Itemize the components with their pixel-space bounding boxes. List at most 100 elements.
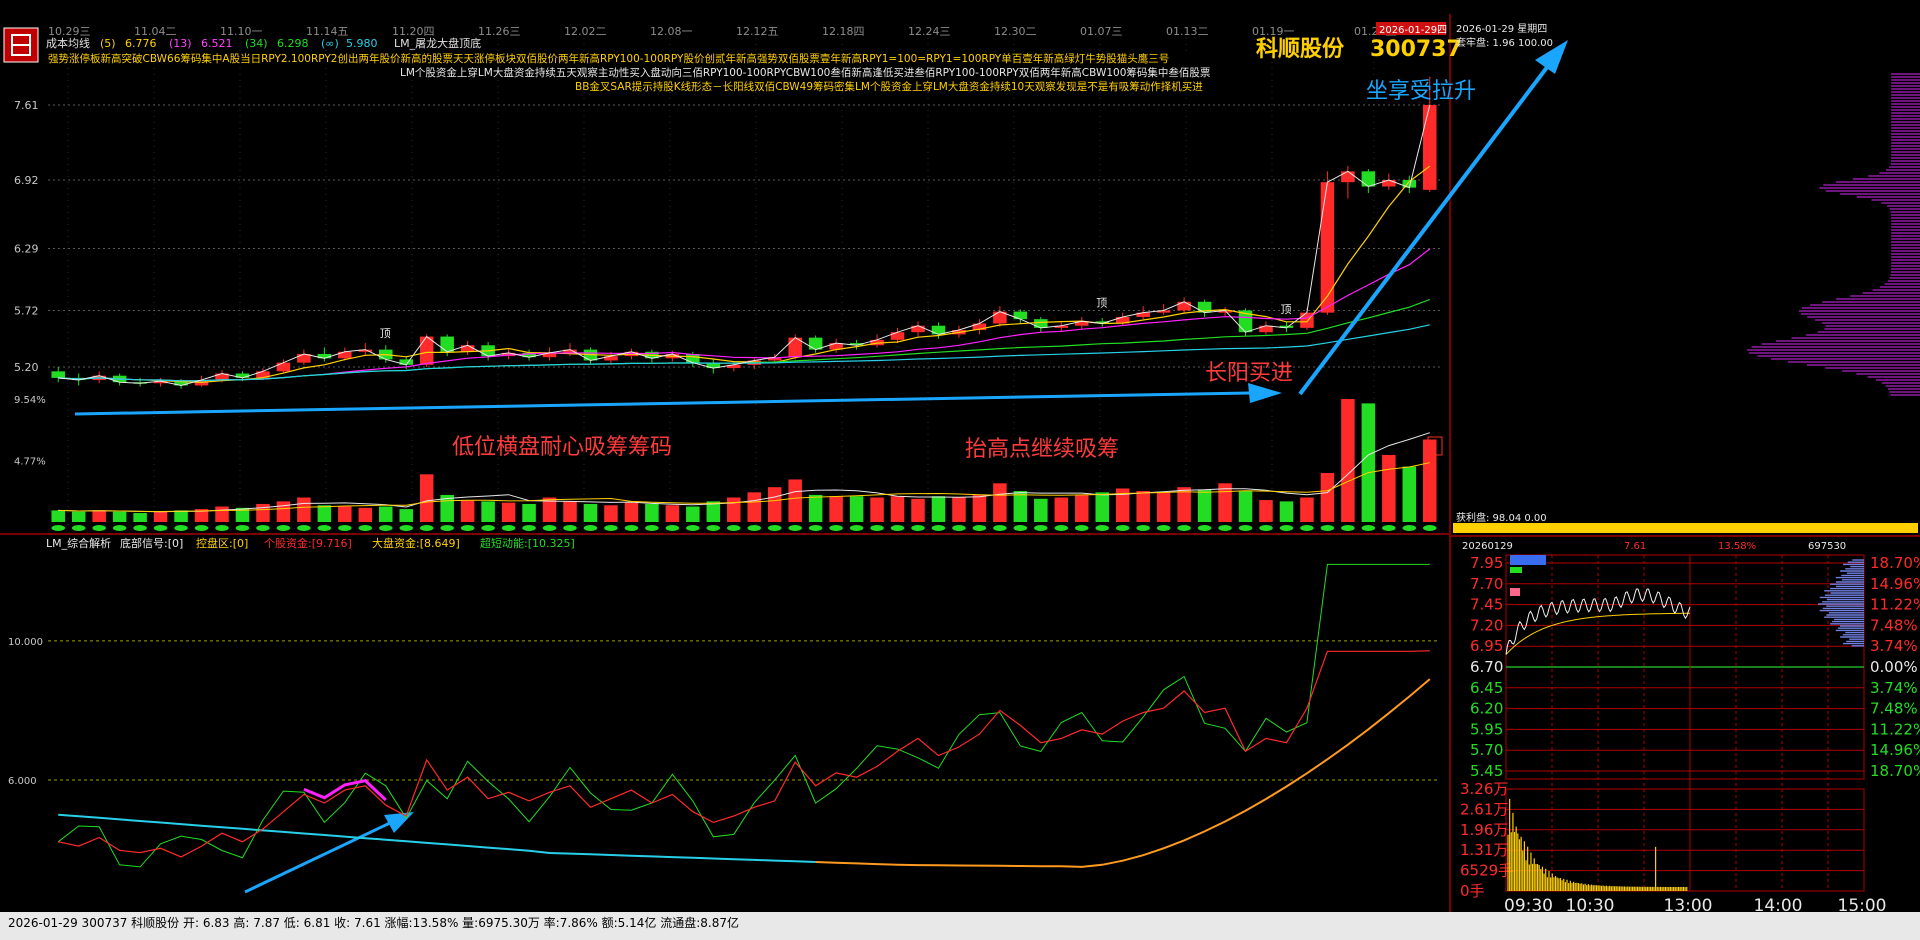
volume-bar: [1341, 399, 1355, 522]
volume-base-dot: [890, 525, 905, 531]
candle-body: [1034, 319, 1048, 328]
stock-code: 300737: [1370, 37, 1462, 62]
volume-bar: [604, 505, 618, 522]
volume-base-dot: [1382, 525, 1396, 531]
ma-item-label: (5): [100, 37, 116, 50]
current-date-label: 2026-01-29四: [1379, 25, 1447, 36]
candle-body: [890, 332, 905, 340]
volume-bar: [1197, 489, 1212, 522]
date-tick: 12.08一: [650, 25, 693, 38]
intraday-price-tick: 5.95: [1470, 720, 1503, 738]
volume-bar: [767, 487, 782, 522]
indicator-item: 控盘区:[0]: [196, 536, 248, 550]
volume-base-dot: [911, 525, 925, 531]
volume-bar: [1075, 494, 1089, 522]
volume-bar: [808, 494, 823, 522]
volume-bar: [522, 503, 536, 522]
volume-bar: [972, 494, 987, 522]
volume-base-dot: [153, 525, 168, 531]
annotation-left: 低位横盘耐心吸筹筹码: [452, 435, 672, 460]
volume-bar: [501, 502, 516, 522]
volume-bar: [727, 497, 741, 522]
intraday-price-tick: 6.45: [1470, 679, 1503, 697]
intraday-price-tick: 7.70: [1470, 575, 1503, 593]
candle-body: [338, 351, 352, 359]
intraday-pct-tick: 7.48%: [1870, 700, 1918, 718]
top-marker: 顶: [380, 327, 391, 340]
volume-base-dot: [1300, 525, 1314, 531]
intraday-volume-tick: 1.96万: [1460, 821, 1508, 839]
candle-body: [1361, 171, 1376, 187]
volume-bar: [1279, 501, 1294, 522]
volume-base-dot: [767, 525, 782, 531]
ma-item-label: (13): [169, 37, 192, 50]
volume-base-dot: [133, 525, 147, 531]
intraday-volume-tick: 2.61万: [1460, 800, 1508, 818]
volume-base-dot: [1075, 525, 1089, 531]
volume-base-dot: [1197, 525, 1212, 531]
annotation-lift: 坐享受拉升: [1366, 79, 1476, 104]
volume-base-dot: [92, 525, 106, 531]
volume-bar: [1034, 498, 1048, 522]
volume-bar: [911, 498, 925, 522]
volume-base-dot: [870, 525, 884, 531]
volume-bar: [338, 506, 352, 522]
volume-base-dot: [829, 525, 843, 531]
ma-item-value: 5.980: [346, 37, 378, 50]
candle-body: [1013, 311, 1028, 320]
volume-base-dot: [399, 525, 413, 531]
volume-bar: [583, 503, 598, 522]
status-bar: 2026-01-29 300737 科顺股份 开: 6.83 高: 7.87 低…: [0, 912, 1920, 940]
volume-base-dot: [440, 525, 454, 531]
intraday-pct-tick: 18.70%: [1870, 554, 1920, 572]
intraday-pct-tick: 18.70%: [1870, 762, 1920, 780]
volume-base-dot: [665, 525, 680, 531]
volume-base-dot: [1402, 525, 1417, 531]
volume-base-dot: [501, 525, 516, 531]
volume-base-dot: [1238, 525, 1253, 531]
volume-base-dot: [338, 525, 352, 531]
volume-bar: [1156, 492, 1171, 522]
ma-item-value: 6.776: [125, 37, 157, 50]
volume-bar: [481, 501, 495, 522]
volume-bar: [1320, 473, 1335, 522]
intraday-price-tick: 6.20: [1470, 700, 1503, 718]
volume-base-dot: [1136, 525, 1150, 531]
intraday-volume-tick: 6529手: [1460, 862, 1513, 880]
volume-bar: [1382, 454, 1396, 522]
price-tick: 6.92: [14, 174, 39, 187]
volume-base-dot: [645, 525, 659, 531]
volume-bar: [788, 479, 802, 522]
candle-body: [440, 336, 454, 352]
indicator-item: 大盘资金:[8.649]: [372, 536, 460, 550]
volume-bar: [317, 505, 332, 522]
ma-item-label: (34): [245, 37, 268, 50]
volume-base-dot: [1423, 525, 1437, 531]
stock-status-line: 2026-01-29 300737 科顺股份 开: 6.83 高: 7.87 低…: [8, 916, 739, 930]
date-tick: 12.24三: [908, 25, 951, 38]
intraday-pct-tick: 11.22%: [1870, 596, 1920, 614]
candle-body: [1423, 105, 1437, 190]
intraday-price-tick: 5.45: [1470, 762, 1503, 780]
signal-line-3: BB金叉SAR提示持股K线形态－长阳线双佰CBW49筹码密集LM个股资金上穿LM…: [575, 80, 1203, 93]
volume-bar: [174, 510, 188, 522]
top-marker: 顶: [1096, 297, 1107, 310]
volume-bar: [215, 506, 229, 522]
volume-base-dot: [358, 525, 373, 531]
volume-base-dot: [808, 525, 823, 531]
intraday-volume: 697530: [1808, 541, 1846, 552]
volume-bar: [297, 497, 311, 522]
volume-base-dot: [419, 525, 434, 531]
volume-base-dot: [849, 525, 864, 531]
candle-body: [276, 362, 291, 372]
indicator-title: LM_综合解析: [46, 536, 111, 550]
volume-bar: [133, 512, 147, 522]
indicator-item: 超短动能:[10.325]: [480, 536, 575, 550]
volume-base-dot: [686, 525, 700, 531]
volume-bar: [92, 510, 106, 522]
volume-bar: [256, 503, 270, 522]
volume-base-dot: [604, 525, 618, 531]
ma-item-label: (∞): [321, 37, 339, 50]
indicator-name: LM_屠龙大盘顶底: [394, 36, 481, 50]
price-tick: 5.72: [14, 304, 39, 317]
